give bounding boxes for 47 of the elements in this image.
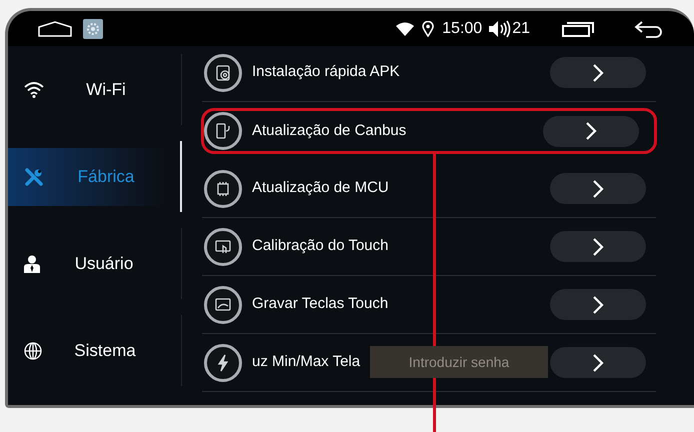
volume-icon <box>488 20 512 38</box>
chevron-right-icon <box>585 121 597 141</box>
settings-row-icon <box>204 286 242 324</box>
open-button[interactable] <box>543 116 639 146</box>
toast-message: Introduzir senha <box>370 346 548 378</box>
location-icon <box>422 20 434 36</box>
wifi-icon <box>396 22 414 36</box>
wifi-icon <box>24 82 44 98</box>
open-button[interactable] <box>550 57 646 88</box>
chevron-right-icon <box>592 352 604 372</box>
settings-row[interactable]: Instalação rápida APK <box>202 44 656 102</box>
sidebar-item[interactable]: Sistema <box>8 322 168 380</box>
volume-level: 21 <box>512 18 530 38</box>
open-button[interactable] <box>550 173 646 204</box>
clock-time: 15:00 <box>442 18 482 38</box>
chevron-right-icon <box>592 294 604 314</box>
open-button[interactable] <box>550 289 646 320</box>
settings-row[interactable]: uz Min/Max Tela Introduzir senha <box>202 334 656 392</box>
highlighted-settings-row[interactable]: Atualização de Canbus <box>201 108 657 154</box>
settings-row[interactable]: Atualização de MCU <box>202 160 656 218</box>
row-label: Atualização de MCU <box>252 178 389 198</box>
row-label: Gravar Teclas Touch <box>252 294 388 314</box>
sidebar-item[interactable]: Wi-Fi <box>8 60 168 118</box>
home-icon[interactable] <box>38 20 72 36</box>
globe-icon <box>24 342 42 360</box>
settings-row-icon <box>204 228 242 266</box>
row-label: Atualização de Canbus <box>252 120 406 141</box>
user-icon <box>24 254 40 272</box>
open-button[interactable] <box>550 231 646 262</box>
settings-row-icon <box>204 170 242 208</box>
recent-apps-icon[interactable] <box>562 20 594 36</box>
tools-icon <box>24 166 44 186</box>
settings-row-icon <box>204 344 242 382</box>
settings-row[interactable]: Gravar Teclas Touch <box>202 276 656 334</box>
row-label: uz Min/Max Tela <box>252 352 360 372</box>
back-icon[interactable] <box>634 20 664 38</box>
row-label: Instalação rápida APK <box>252 62 400 82</box>
settings-row-icon <box>204 54 242 92</box>
open-button[interactable] <box>550 347 646 378</box>
sidebar-item[interactable]: Usuário <box>8 234 168 292</box>
settings-row-icon <box>204 112 242 150</box>
settings-app-icon[interactable] <box>83 18 103 38</box>
settings-row[interactable]: Calibração do Touch <box>202 218 656 276</box>
chevron-right-icon <box>592 236 604 256</box>
chevron-right-icon <box>592 178 604 198</box>
row-label: Calibração do Touch <box>252 236 388 256</box>
chevron-right-icon <box>592 62 604 82</box>
